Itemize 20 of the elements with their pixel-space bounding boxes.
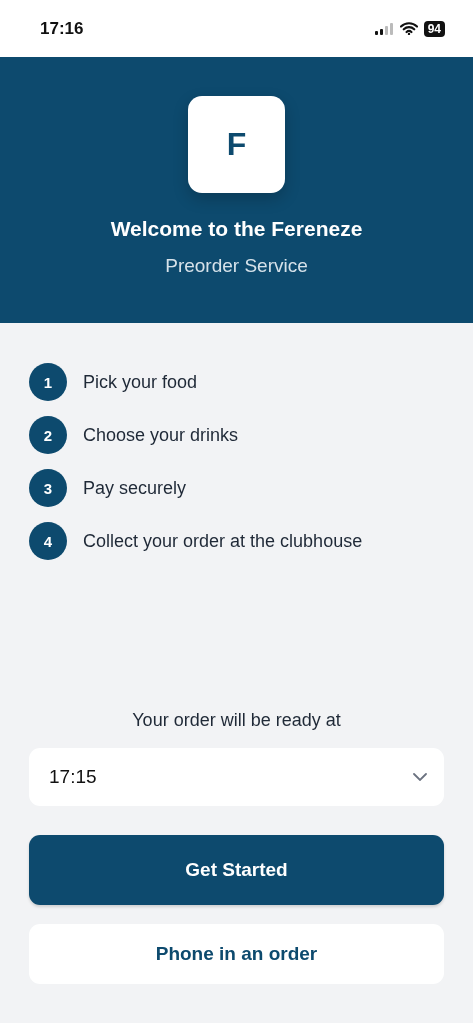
step-label: Pick your food (83, 371, 198, 393)
battery-level: 94 (423, 20, 445, 37)
time-select[interactable]: 17:15 (29, 748, 444, 806)
welcome-title: Welcome to the Fereneze (110, 217, 363, 241)
status-time: 17:16 (40, 18, 84, 39)
get-started-button[interactable]: Get Started (29, 835, 444, 905)
phone-order-button[interactable]: Phone in an order (29, 924, 444, 984)
step-label: Pay securely (83, 477, 187, 499)
ready-label: Your order will be ready at (131, 710, 342, 731)
step-number: 4 (29, 522, 67, 560)
step-label: Choose your drinks (83, 424, 239, 446)
step-number: 2 (29, 416, 67, 454)
app-logo: F (188, 96, 285, 193)
chevron-down-icon (413, 773, 427, 781)
wifi-icon (399, 22, 418, 35)
step-label: Collect your order at the clubhouse (83, 530, 363, 552)
signal-icon (374, 22, 394, 35)
welcome-subtitle: Preorder Service (165, 255, 308, 277)
step-number: 3 (29, 469, 67, 507)
step-number: 1 (29, 363, 67, 401)
